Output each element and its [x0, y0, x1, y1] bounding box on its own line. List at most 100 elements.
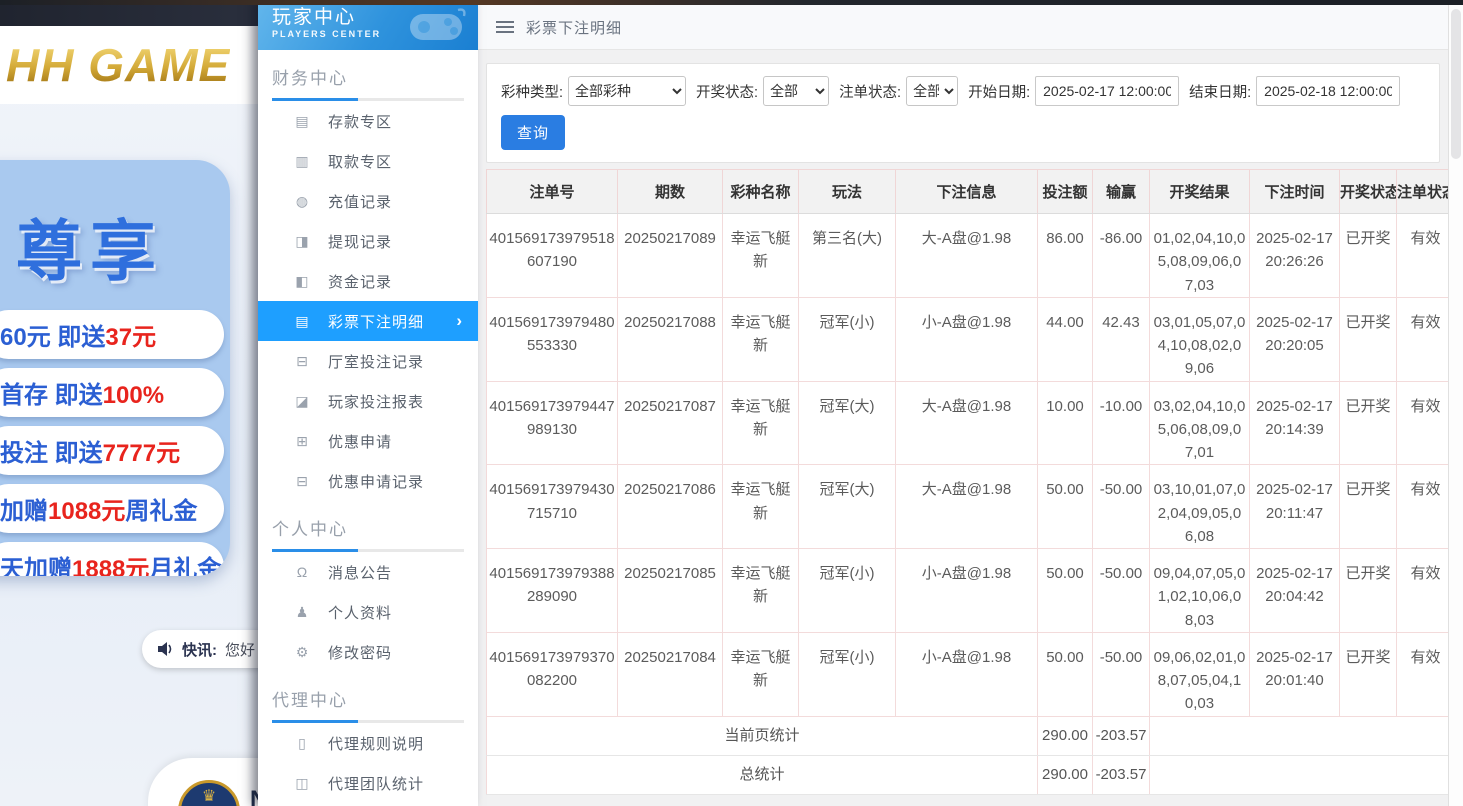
site-logo-strip: HH GAME: [0, 26, 258, 104]
sidebar-item-profile[interactable]: ♟ 个人资料: [258, 592, 478, 632]
table-cell: 2025-02-17 20:11:47: [1250, 465, 1340, 549]
footer-panel: ♛ N: [148, 758, 258, 806]
hamburger-menu-icon[interactable]: [496, 21, 514, 33]
table-cell: 03,02,04,10,05,06,08,09,07,01: [1150, 381, 1250, 465]
table-cell: 03,10,01,07,02,04,09,05,06,08: [1150, 465, 1250, 549]
promo-pill: 60元 即送37元: [0, 310, 224, 359]
main-content: 彩票下注明细 彩种类型: 全部彩种 开奖状态: 全部 注单状态: 全部: [478, 5, 1448, 806]
sidebar-item-lottery-bet-details[interactable]: ▤ 彩票下注明细 ›: [258, 301, 478, 341]
table-cell: 44.00: [1038, 297, 1093, 381]
end-date-input[interactable]: [1256, 76, 1400, 106]
table-cell: 有效: [1397, 214, 1455, 298]
col-header-bet-time: 下注时间: [1250, 170, 1340, 214]
sidebar-section-agent: 代理中心: [258, 672, 478, 723]
sidebar-item-announcements[interactable]: Ω 消息公告: [258, 552, 478, 592]
table-cell: 幸运飞艇新: [723, 549, 799, 633]
bell-icon: Ω: [294, 564, 310, 580]
table-cell: 已开奖: [1340, 381, 1397, 465]
table-cell: 幸运飞艇新: [723, 214, 799, 298]
team-stats-icon: ◫: [294, 775, 310, 792]
vertical-scrollbar[interactable]: [1448, 5, 1463, 806]
table-cell: 小-A盘@1.98: [896, 549, 1038, 633]
page-summary-label: 当前页统计: [487, 716, 1038, 755]
table-cell: 已开奖: [1340, 214, 1397, 298]
table-cell: 401569173979388289090: [487, 549, 618, 633]
table-cell: 大-A盘@1.98: [896, 214, 1038, 298]
order-status-select[interactable]: 全部: [906, 76, 958, 106]
table-cell: 已开奖: [1340, 549, 1397, 633]
draw-status-select[interactable]: 全部: [763, 76, 829, 106]
sidebar-item-withdraw-zone[interactable]: ▥ 取款专区: [258, 141, 478, 181]
end-date-label: 结束日期:: [1189, 81, 1251, 102]
table-cell: -50.00: [1093, 549, 1150, 633]
table-cell: 冠军(大): [799, 381, 896, 465]
app-window: HH GAME 尊享 60元 即送37元 首存 即送100% 投注 即送7777…: [0, 0, 1463, 806]
sidebar-item-funds-records[interactable]: ◧ 资金记录: [258, 261, 478, 301]
sidebar-item-change-password[interactable]: ⚙ 修改密码: [258, 632, 478, 672]
gift-icon: ⊞: [294, 433, 310, 450]
table-cell: -86.00: [1093, 214, 1150, 298]
table-cell: 50.00: [1038, 632, 1093, 716]
col-header-draw-result: 开奖结果: [1150, 170, 1250, 214]
content-body: 彩种类型: 全部彩种 开奖状态: 全部 注单状态: 全部 开始日期: 结束日期:: [478, 50, 1448, 806]
promo-headline: 尊享: [16, 198, 230, 294]
query-button[interactable]: 查询: [501, 115, 565, 150]
sidebar-section-finance: 财务中心: [258, 50, 478, 101]
table-cell: 03,01,05,07,04,10,08,02,09,06: [1150, 297, 1250, 381]
table-cell: 小-A盘@1.98: [896, 632, 1038, 716]
promo-pill: 天加赠1888元月礼金: [0, 542, 224, 576]
table-cell: 大-A盘@1.98: [896, 465, 1038, 549]
table-cell: 09,04,07,05,01,02,10,06,08,03: [1150, 549, 1250, 633]
scrollbar-thumb[interactable]: [1451, 9, 1461, 159]
grand-summary-winloss-total: -203.57: [1093, 755, 1150, 794]
deposit-icon: ▤: [294, 113, 310, 130]
table-row: 40156917397943071571020250217086幸运飞艇新冠军(…: [487, 465, 1455, 549]
table-cell: 有效: [1397, 632, 1455, 716]
sidebar-item-promo-apply-records[interactable]: ⊟ 优惠申请记录: [258, 461, 478, 501]
filter-panel: 彩种类型: 全部彩种 开奖状态: 全部 注单状态: 全部 开始日期: 结束日期:: [486, 63, 1440, 163]
table-cell: 已开奖: [1340, 465, 1397, 549]
table-cell: 有效: [1397, 465, 1455, 549]
report-chart-icon: ◪: [294, 393, 310, 410]
sidebar-item-recharge-records[interactable]: ◍ 充值记录: [258, 181, 478, 221]
sidebar-item-deposit-zone[interactable]: ▤ 存款专区: [258, 101, 478, 141]
gear-icon: ⚙: [294, 644, 310, 661]
table-header-row: 注单号 期数 彩种名称 玩法 下注信息 投注额 输赢 开奖结果 下注时间 开奖状…: [487, 170, 1455, 214]
table-cell: 20250217089: [618, 214, 723, 298]
bet-list-icon: ▤: [294, 313, 310, 330]
table-cell: 冠军(小): [799, 632, 896, 716]
grand-summary-empty: [1150, 755, 1455, 794]
promo-pill: 加赠1088元周礼金: [0, 484, 224, 533]
sidebar-item-withdrawal-records[interactable]: ◨ 提现记录: [258, 221, 478, 261]
start-date-input[interactable]: [1035, 76, 1179, 106]
col-header-issue: 期数: [618, 170, 723, 214]
sidebar-item-player-bet-report[interactable]: ◪ 玩家投注报表: [258, 381, 478, 421]
table-cell: 有效: [1397, 549, 1455, 633]
sidebar-item-agent-rules[interactable]: ▯ 代理规则说明: [258, 723, 478, 763]
club-emblem-icon: ♛: [202, 789, 216, 806]
sidebar-item-promo-apply[interactable]: ⊞ 优惠申请: [258, 421, 478, 461]
table-cell: 已开奖: [1340, 632, 1397, 716]
table-cell: 50.00: [1038, 549, 1093, 633]
table-cell: 冠军(小): [799, 297, 896, 381]
table-cell: 86.00: [1038, 214, 1093, 298]
page-summary-winloss-total: -203.57: [1093, 716, 1150, 755]
start-date-label: 开始日期:: [968, 81, 1030, 102]
col-header-winloss: 输赢: [1093, 170, 1150, 214]
table-cell: 2025-02-17 20:26:26: [1250, 214, 1340, 298]
lottery-type-select[interactable]: 全部彩种: [568, 76, 686, 106]
sidebar-item-hall-bet-records[interactable]: ⊟ 厅室投注记录: [258, 341, 478, 381]
table-cell: 20250217086: [618, 465, 723, 549]
table-cell: 2025-02-17 20:20:05: [1250, 297, 1340, 381]
ticker-label: 快讯:: [182, 639, 217, 660]
sidebar-item-agent-team-stats[interactable]: ◫ 代理团队统计: [258, 763, 478, 803]
table-cell: 幸运飞艇新: [723, 381, 799, 465]
table-cell: 2025-02-17 20:01:40: [1250, 632, 1340, 716]
browser-top-strip: [0, 0, 1463, 5]
table-cell: 小-A盘@1.98: [896, 297, 1038, 381]
table-cell: 401569173979480553330: [487, 297, 618, 381]
table-cell: 10.00: [1038, 381, 1093, 465]
col-header-play-type: 玩法: [799, 170, 896, 214]
table-cell: 幸运飞艇新: [723, 297, 799, 381]
funds-icon: ◧: [294, 273, 310, 290]
